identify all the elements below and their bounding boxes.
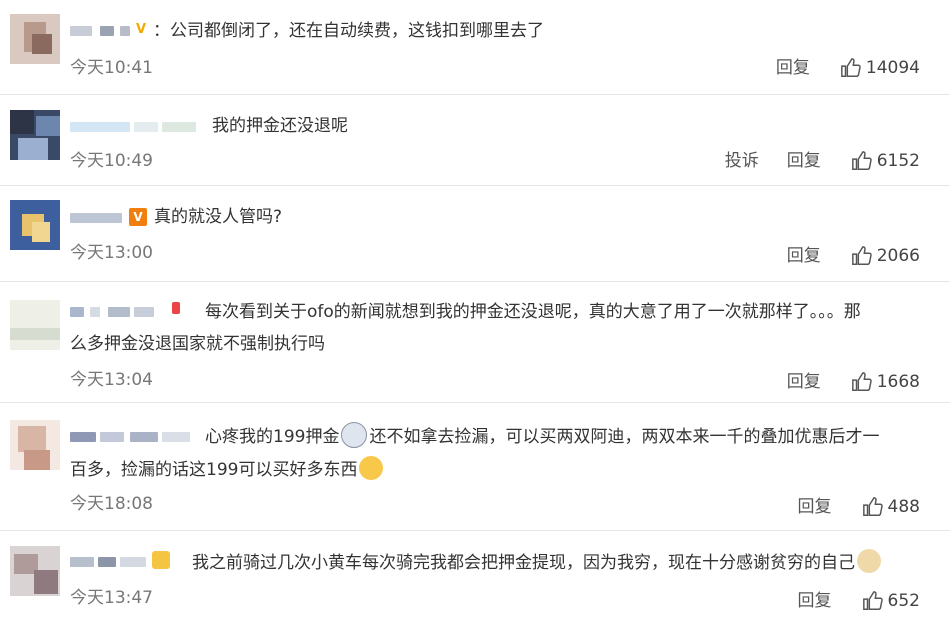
comment-time: 今天13:47 [70,588,153,608]
comment-time: 今天18:08 [70,494,153,514]
comment-text-line-2: 百多，捡漏的话这199可以买好多东西 [70,454,385,486]
thumbs-up-icon [841,58,861,77]
comment-time: 今天10:49 [70,151,153,171]
like-count: 6152 [876,151,920,171]
username-blurred[interactable] [70,116,200,138]
username-blurred[interactable] [70,426,194,448]
comment-item: V 真的就没人管吗? 今天13:00 回复 2066 [0,186,950,282]
vip-badge-icon [152,551,170,569]
like-count: 1668 [876,372,920,392]
reply-button[interactable]: 回复 [776,56,810,80]
vip-badge-icon: V [135,22,147,37]
avatar[interactable] [10,14,60,64]
like-count: 2066 [876,246,920,266]
doge-emoji-icon [857,549,881,573]
comment-actions: 回复 14094 [748,56,920,80]
reply-button[interactable]: 回复 [787,149,821,173]
comment-text-part: 我之前骑过几次小黄车每次骑完我都会把押金提现，因为我穷，现在十分感谢贫穷的自己 [192,553,855,573]
thumbs-up-icon [851,246,872,265]
username-blurred[interactable] [70,301,170,323]
comment-time: 今天13:04 [70,370,153,390]
reply-button[interactable]: 回复 [798,589,832,613]
comment-text: 我的押金还没退呢 [212,116,348,136]
like-count: 652 [887,591,920,611]
like-button[interactable]: 652 [862,590,920,612]
report-button[interactable]: 投诉 [725,149,759,173]
comment-text: ：公司都倒闭了，还在自动续费，这钱扣到哪里去了 [153,21,544,41]
comment-actions: 回复 488 [770,495,920,519]
comment-actions: 回复 652 [770,589,920,613]
thumbs-up-icon [851,372,872,391]
avatar[interactable] [10,546,60,596]
thumbs-up-icon [851,151,872,170]
comment-item: 每次看到关于ofo的新闻就想到我的押金还没退呢，真的大意了用了一次就那样了。。。… [0,282,950,403]
comment-text: 我之前骑过几次小黄车每次骑完我都会把押金提现，因为我穷，现在十分感谢贫穷的自己 [192,547,883,579]
like-button[interactable]: 14094 [840,57,920,79]
username-blurred[interactable] [70,207,126,229]
reply-button[interactable]: 回复 [787,370,821,394]
username-blurred[interactable] [70,20,140,42]
comment-item: 心疼我的199押金 还不如拿去捡漏，可以买两双阿迪，两双本来一千的叠加优惠后才一 … [0,403,950,531]
comment-text: 真的就没人管吗? [154,207,283,227]
comment-text-line-1: 心疼我的199押金 还不如拿去捡漏，可以买两双阿迪，两双本来一千的叠加优惠后才一 [205,421,879,453]
reply-button[interactable]: 回复 [787,244,821,268]
comment-item: V ：公司都倒闭了，还在自动续费，这钱扣到哪里去了 今天10:41 回复 140… [0,0,950,95]
comment-text-part: 百多，捡漏的话这199可以买好多东西 [70,460,358,480]
like-button[interactable]: 488 [862,496,920,518]
reply-button[interactable]: 回复 [798,495,832,519]
avatar[interactable] [10,300,60,350]
comment-item: 我之前骑过几次小黄车每次骑完我都会把押金提现，因为我穷，现在十分感谢贫穷的自己 … [0,531,950,625]
avatar[interactable] [10,420,60,470]
vip-badge-icon [172,302,180,314]
like-button[interactable]: 1668 [851,371,920,393]
comment-time: 今天10:41 [70,58,153,78]
comment-actions: 投诉 回复 6152 [697,149,920,173]
comment-text-line-2: 么多押金没退国家就不强制执行吗 [70,334,325,354]
like-button[interactable]: 6152 [851,150,920,172]
avatar[interactable] [10,200,60,250]
crying-face-emoji-icon [341,422,368,448]
comment-item: 我的押金还没退呢 今天10:49 投诉 回复 6152 [0,95,950,186]
like-count: 14094 [865,58,920,78]
like-button[interactable]: 2066 [851,245,920,267]
avatar[interactable] [10,110,60,160]
comment-text-line-1: 每次看到关于ofo的新闻就想到我的押金还没退呢，真的大意了用了一次就那样了。。。… [205,302,861,322]
username-blurred[interactable] [70,551,150,573]
thumbs-up-icon [862,497,883,516]
drooling-face-emoji-icon [359,456,384,480]
vip-badge-icon: V [129,208,147,226]
comment-time: 今天13:00 [70,243,153,263]
comment-text-part: 还不如拿去捡漏，可以买两双阿迪，两双本来一千的叠加优惠后才一 [369,427,880,447]
like-count: 488 [887,497,920,517]
thumbs-up-icon [862,591,883,610]
comment-text-part: 心疼我的199押金 [205,427,340,447]
comment-actions: 回复 2066 [759,244,920,268]
comment-actions: 回复 1668 [759,370,920,394]
